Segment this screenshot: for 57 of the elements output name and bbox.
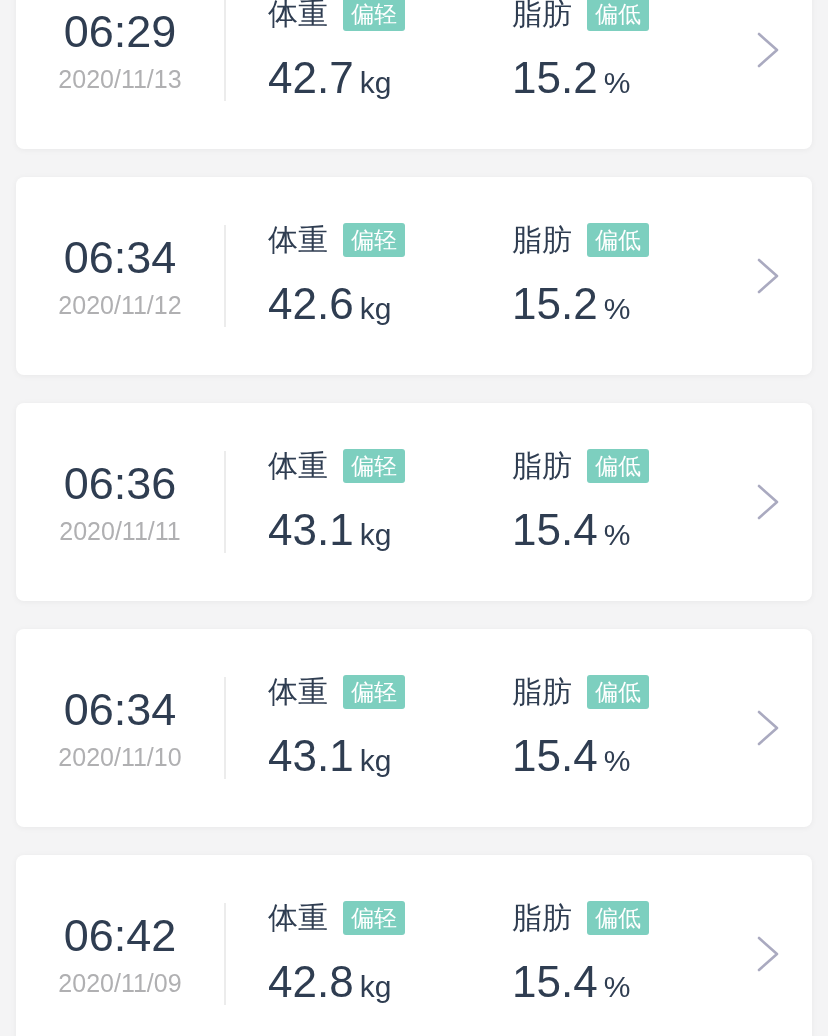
metric-label: 体重 bbox=[268, 901, 328, 935]
date-text: 2020/11/11 bbox=[59, 516, 181, 546]
status-badge: 偏轻 bbox=[343, 675, 405, 709]
record-card[interactable]: 06:34 2020/11/10 体重 偏轻 43.1 kg 脂肪 偏低 15.4% bbox=[16, 629, 812, 827]
metric-value: 42.6 bbox=[268, 279, 354, 329]
status-badge: 偏低 bbox=[587, 0, 649, 31]
record-card[interactable]: 06:42 2020/11/09 体重 偏轻 42.8 kg 脂肪 偏低 15.4% bbox=[16, 855, 812, 1036]
time-text: 06:42 bbox=[63, 910, 177, 962]
metric-value: 15.2 bbox=[512, 53, 598, 103]
metric-label: 体重 bbox=[268, 449, 328, 483]
status-badge: 偏轻 bbox=[343, 223, 405, 257]
metric-label: 脂肪 bbox=[512, 901, 572, 935]
time-text: 06:29 bbox=[63, 6, 177, 58]
metric-value: 43.1 bbox=[268, 731, 354, 781]
metric-value: 15.2 bbox=[512, 279, 598, 329]
date-text: 2020/11/09 bbox=[58, 968, 182, 998]
metric-value: 42.7 bbox=[268, 53, 354, 103]
time-text: 06:36 bbox=[63, 458, 177, 510]
time-text: 06:34 bbox=[63, 232, 177, 284]
unit-text: kg bbox=[359, 743, 392, 779]
metric-label: 脂肪 bbox=[512, 223, 572, 257]
unit-text: kg bbox=[359, 291, 392, 327]
metric-label: 脂肪 bbox=[512, 675, 572, 709]
unit-text: % bbox=[603, 517, 631, 553]
unit-text: % bbox=[603, 969, 631, 1005]
unit-text: kg bbox=[359, 517, 392, 553]
metric-label: 体重 bbox=[268, 675, 328, 709]
date-text: 2020/11/13 bbox=[58, 64, 182, 94]
metric-label: 脂肪 bbox=[512, 449, 572, 483]
chevron-right-icon bbox=[756, 258, 780, 294]
metric-value: 15.4 bbox=[512, 505, 598, 555]
chevron-right-icon bbox=[756, 936, 780, 972]
chevron-right-icon bbox=[756, 710, 780, 746]
unit-text: % bbox=[603, 291, 631, 327]
unit-text: % bbox=[603, 65, 631, 101]
record-card[interactable]: 06:34 2020/11/12 体重 偏轻 42.6 kg 脂肪 偏低 15.2% bbox=[16, 177, 812, 375]
unit-text: kg bbox=[359, 969, 392, 1005]
status-badge: 偏轻 bbox=[343, 0, 405, 31]
unit-text: kg bbox=[359, 65, 392, 101]
date-text: 2020/11/10 bbox=[58, 742, 182, 772]
chevron-right-icon bbox=[756, 484, 780, 520]
status-badge: 偏低 bbox=[587, 449, 649, 483]
record-card[interactable]: 06:36 2020/11/11 体重 偏轻 43.1 kg 脂肪 偏低 15.4% bbox=[16, 403, 812, 601]
status-badge: 偏轻 bbox=[343, 449, 405, 483]
status-badge: 偏低 bbox=[587, 901, 649, 935]
date-text: 2020/11/12 bbox=[58, 290, 182, 320]
metric-value: 15.4 bbox=[512, 731, 598, 781]
metric-value: 42.8 bbox=[268, 957, 354, 1007]
metric-value: 43.1 bbox=[268, 505, 354, 555]
status-badge: 偏低 bbox=[587, 223, 649, 257]
status-badge: 偏低 bbox=[587, 675, 649, 709]
unit-text: % bbox=[603, 743, 631, 779]
metric-label: 体重 bbox=[268, 223, 328, 257]
time-text: 06:34 bbox=[63, 684, 177, 736]
status-badge: 偏轻 bbox=[343, 901, 405, 935]
metric-value: 15.4 bbox=[512, 957, 598, 1007]
chevron-right-icon bbox=[756, 32, 780, 68]
